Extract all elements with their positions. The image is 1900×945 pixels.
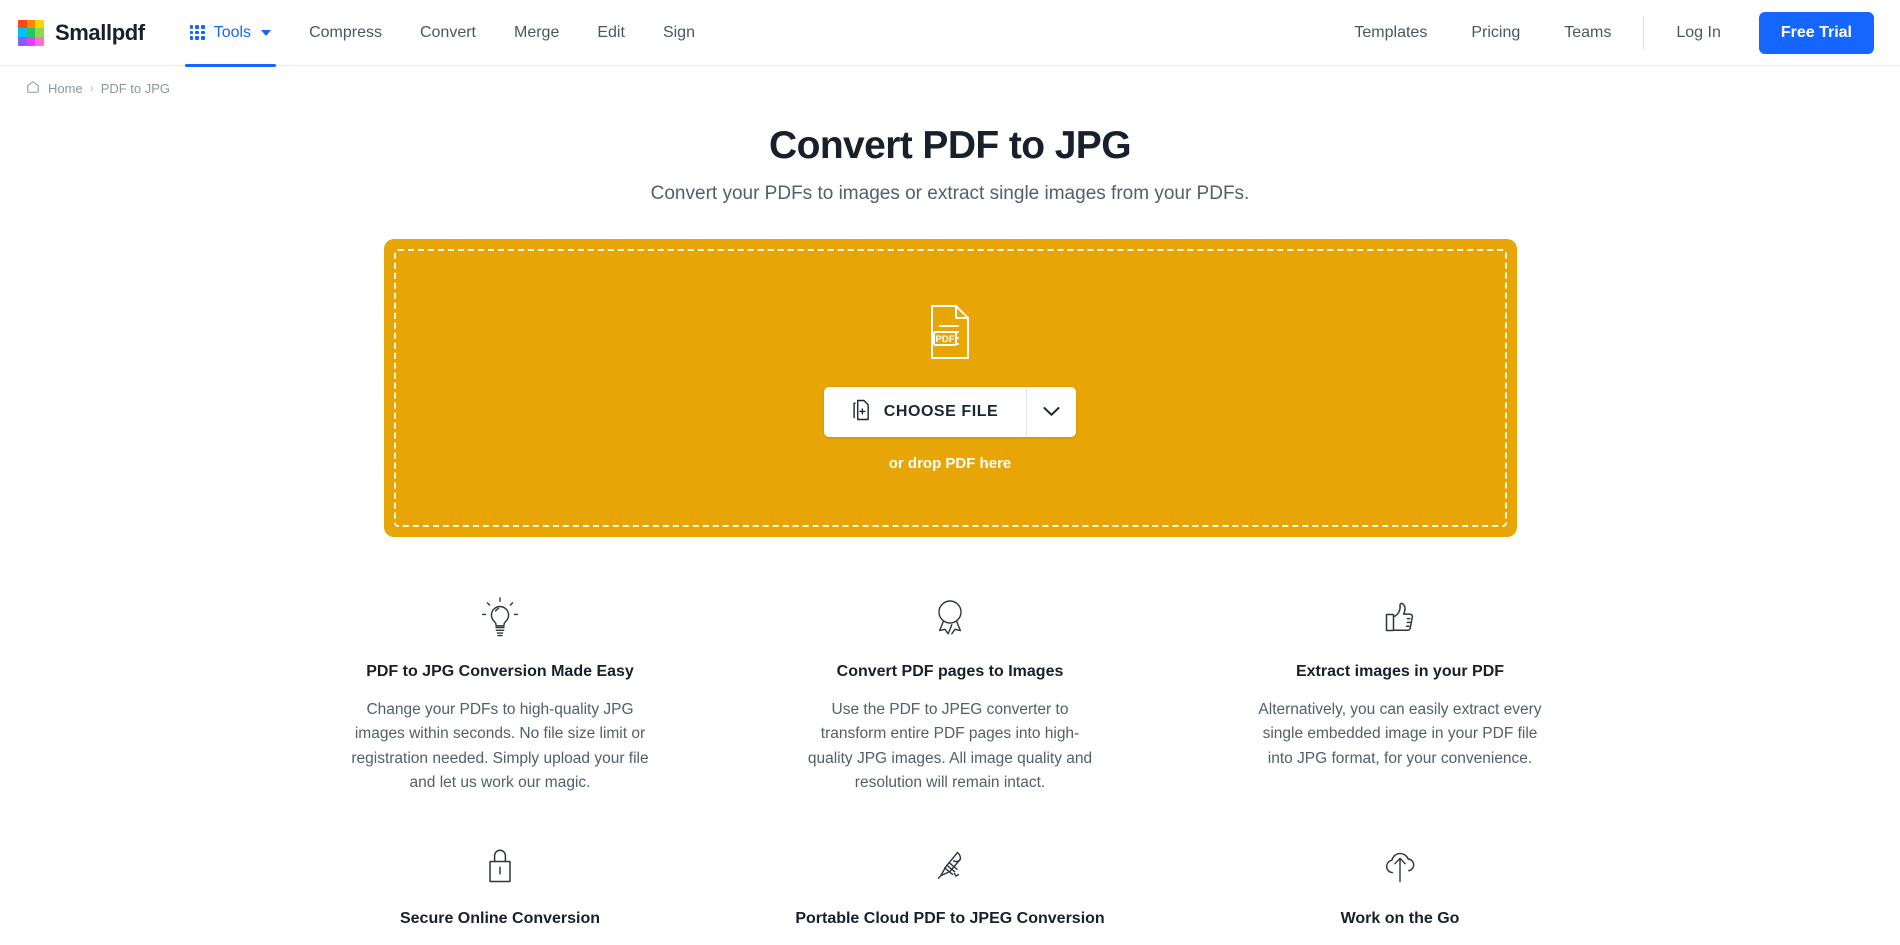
feature-card: Extract images in your PDF Alternatively…: [1205, 595, 1595, 796]
feature-body: Alternatively, you can easily extract ev…: [1258, 701, 1542, 767]
choose-file-control: CHOOSE FILE: [823, 387, 1077, 437]
features-grid: PDF to JPG Conversion Made Easy Change y…: [305, 595, 1595, 945]
chevron-down-icon: [1043, 405, 1060, 420]
feature-card: Work on the Go: [1205, 842, 1595, 945]
nav-item-convert[interactable]: Convert: [401, 0, 495, 66]
secondary-nav: Templates Pricing Teams Log In Free Tria…: [1332, 11, 1874, 54]
thumbs-up-icon: [1205, 595, 1595, 641]
logo-cell: [35, 19, 44, 29]
top-navigation-bar: Smallpdf Tools Compress Convert Merge Ed…: [0, 0, 1900, 67]
page-title: Convert PDF to JPG: [769, 124, 1132, 167]
primary-nav: Tools Compress Convert Merge Edit Sign: [171, 0, 714, 67]
feature-title: PDF to JPG Conversion Made Easy: [366, 663, 634, 680]
nav-item-templates[interactable]: Templates: [1332, 24, 1449, 42]
breadcrumb-home[interactable]: Home: [48, 81, 83, 96]
feature-title: Portable Cloud PDF to JPEG Conversion: [795, 909, 1105, 927]
nav-item-convert-label: Convert: [419, 23, 476, 41]
swiss-knife-icon: [755, 842, 1145, 888]
nav-divider: [1643, 15, 1645, 50]
choose-file-dropdown-button[interactable]: [1026, 387, 1077, 437]
lightbulb-icon: [305, 595, 695, 641]
feature-body: Change your PDFs to high-quality JPG ima…: [351, 701, 649, 792]
breadcrumb-current[interactable]: PDF to JPG: [101, 81, 170, 96]
feature-title: Secure Online Conversion: [399, 909, 601, 927]
choose-file-button[interactable]: CHOOSE FILE: [823, 387, 1027, 437]
award-ribbon-icon: [755, 595, 1145, 641]
logo-cell: [18, 36, 27, 46]
nav-item-edit-label: Edit: [597, 23, 625, 41]
nav-item-tools-label: Tools: [213, 23, 252, 41]
logo-cell: [18, 19, 27, 29]
feature-title: Work on the Go: [1340, 909, 1460, 927]
login-link[interactable]: Log In: [1654, 24, 1742, 42]
lock-icon: [305, 842, 695, 888]
nav-item-pricing[interactable]: Pricing: [1449, 24, 1542, 42]
page-subtitle: Convert your PDFs to images or extract s…: [650, 183, 1250, 204]
logo-cell: [26, 19, 36, 29]
feature-title: Convert PDF pages to Images: [836, 663, 1064, 680]
breadcrumb-separator: ›: [89, 81, 94, 95]
feature-card: Convert PDF pages to Images Use the PDF …: [755, 595, 1145, 796]
smallpdf-logo-icon: [18, 19, 44, 46]
nav-item-merge-label: Merge: [514, 23, 560, 41]
add-file-icon: [852, 399, 871, 426]
nav-item-compress[interactable]: Compress: [290, 0, 401, 66]
cloud-upload-icon: [1205, 842, 1595, 888]
logo-cell: [18, 28, 27, 37]
feature-card: PDF to JPG Conversion Made Easy Change y…: [305, 595, 695, 796]
nav-item-merge[interactable]: Merge: [495, 0, 578, 66]
choose-file-label: CHOOSE FILE: [883, 403, 999, 420]
file-dropzone[interactable]: PDF CHOOSE FILE or drop PDF here: [383, 239, 1517, 537]
nav-item-compress-label: Compress: [309, 23, 382, 41]
drop-hint-text: or drop PDF here: [888, 455, 1012, 472]
nav-item-tools[interactable]: Tools: [171, 0, 290, 67]
feature-body: Use the PDF to JPEG converter to transfo…: [807, 701, 1093, 792]
svg-text:PDF: PDF: [935, 334, 954, 345]
feature-card: Secure Online Conversion: [305, 842, 695, 945]
feature-title: Extract images in your PDF: [1295, 663, 1505, 680]
logo-cell: [35, 36, 44, 46]
nav-item-teams[interactable]: Teams: [1542, 24, 1633, 42]
nav-item-sign[interactable]: Sign: [644, 0, 714, 66]
free-trial-button[interactable]: Free Trial: [1758, 11, 1874, 54]
feature-card: Portable Cloud PDF to JPEG Conversion: [755, 842, 1145, 945]
logo-cell: [35, 28, 44, 37]
nav-item-sign-label: Sign: [662, 23, 695, 41]
hero-section: Convert PDF to JPG Convert your PDFs to …: [0, 98, 1900, 205]
brand-logo[interactable]: Smallpdf: [18, 19, 145, 46]
home-icon: [26, 80, 40, 97]
breadcrumb: Home › PDF to JPG: [0, 66, 1900, 98]
caret-down-icon: [261, 29, 272, 36]
brand-name: Smallpdf: [55, 19, 145, 45]
logo-cell: [26, 36, 36, 46]
logo-cell: [26, 28, 36, 37]
nav-item-edit[interactable]: Edit: [578, 0, 644, 66]
pdf-document-icon: PDF: [928, 304, 972, 365]
grid-dots-icon: [189, 25, 205, 40]
